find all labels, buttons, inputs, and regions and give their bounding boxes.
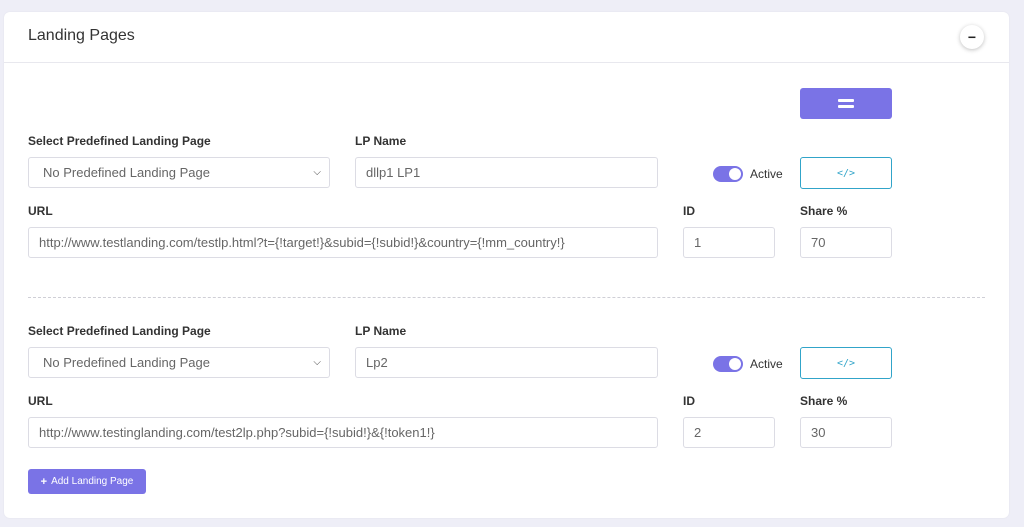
active-label: Active bbox=[750, 167, 783, 181]
lp-name-label: LP Name bbox=[355, 324, 407, 338]
add-landing-page-label: Add Landing Page bbox=[51, 476, 134, 487]
id-label: ID bbox=[683, 394, 695, 408]
active-label: Active bbox=[750, 357, 783, 371]
share-input[interactable]: 70 bbox=[800, 227, 892, 258]
lp-name-input[interactable]: dllp1 LP1 bbox=[355, 157, 658, 188]
lp-name-input[interactable]: Lp2 bbox=[355, 347, 658, 378]
id-label: ID bbox=[683, 204, 695, 218]
chevron-down-icon: ⌵ bbox=[313, 357, 321, 368]
code-icon: </> bbox=[836, 357, 856, 369]
panel-title: Landing Pages bbox=[28, 27, 135, 44]
predefined-select[interactable]: No Predefined Landing Page ⌵ bbox=[28, 157, 330, 188]
plus-icon: + bbox=[40, 475, 48, 488]
url-label: URL bbox=[28, 204, 53, 218]
collapse-button[interactable]: − bbox=[960, 25, 984, 49]
predefined-select[interactable]: No Predefined Landing Page ⌵ bbox=[28, 347, 330, 378]
url-label: URL bbox=[28, 394, 53, 408]
share-label: Share % bbox=[800, 204, 848, 218]
predefined-label: Select Predefined Landing Page bbox=[28, 324, 211, 338]
share-label: Share % bbox=[800, 394, 848, 408]
minus-icon: − bbox=[967, 29, 977, 45]
url-input[interactable]: http://www.testlanding.com/testlp.html?t… bbox=[28, 227, 658, 258]
panel-header: Landing Pages − bbox=[4, 12, 1009, 63]
code-button[interactable]: </> bbox=[800, 157, 892, 189]
drag-handle-icon bbox=[838, 96, 854, 111]
code-button[interactable]: </> bbox=[800, 347, 892, 379]
active-toggle[interactable] bbox=[713, 356, 743, 372]
id-input[interactable]: 2 bbox=[683, 417, 775, 448]
url-input[interactable]: http://www.testinglanding.com/test2lp.ph… bbox=[28, 417, 658, 448]
drag-handle-button[interactable] bbox=[800, 88, 892, 119]
share-input[interactable]: 30 bbox=[800, 417, 892, 448]
active-toggle[interactable] bbox=[713, 166, 743, 182]
predefined-select-value: No Predefined Landing Page bbox=[43, 355, 210, 370]
predefined-label: Select Predefined Landing Page bbox=[28, 134, 211, 148]
divider bbox=[28, 297, 985, 298]
code-icon: </> bbox=[836, 167, 856, 179]
id-input[interactable]: 1 bbox=[683, 227, 775, 258]
landing-pages-panel: Landing Pages − Select Predefined Landin… bbox=[4, 12, 1009, 518]
lp-name-label: LP Name bbox=[355, 134, 407, 148]
predefined-select-value: No Predefined Landing Page bbox=[43, 165, 210, 180]
add-landing-page-button[interactable]: + Add Landing Page bbox=[28, 469, 146, 494]
chevron-down-icon: ⌵ bbox=[313, 167, 321, 178]
